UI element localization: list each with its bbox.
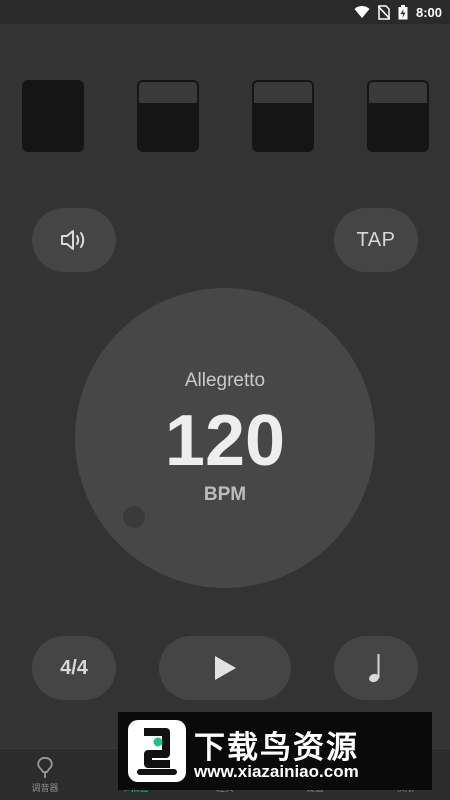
watermark-logo [128, 720, 186, 782]
tempo-dial[interactable]: Allegretto 120 BPM [75, 288, 375, 588]
watermark-url: www.xiazainiao.com [194, 762, 359, 781]
dial-knob[interactable] [123, 506, 145, 528]
beat-indicator-2[interactable] [137, 80, 199, 152]
play-button[interactable] [159, 636, 291, 700]
wifi-icon [354, 6, 370, 19]
time-signature-button[interactable]: 4/4 [32, 636, 116, 700]
tuner-icon [37, 757, 53, 778]
bpm-value: 120 [164, 401, 286, 481]
watermark-banner: 下载鸟资源 www.xiazainiao.com [118, 712, 432, 790]
quarter-note-icon [369, 654, 380, 683]
beat-indicator-3[interactable] [252, 80, 314, 152]
beat-level-top [139, 82, 197, 103]
tempo-marking: Allegretto [184, 370, 266, 391]
clock: 8:00 [415, 4, 442, 20]
status-bar: 8:00 [0, 0, 450, 24]
beat-indicator-4[interactable] [367, 80, 429, 152]
speaker-icon [61, 230, 85, 250]
beat-level-top [369, 82, 427, 103]
tap-tempo-button[interactable]: TAP [334, 208, 418, 272]
beat-level-top [254, 82, 312, 103]
battery-charging-icon [398, 4, 408, 19]
tab-label: 调音器 [31, 783, 59, 793]
beat-indicator-1[interactable] [22, 80, 84, 152]
bird-logo-icon [137, 728, 177, 775]
play-icon [215, 656, 236, 680]
watermark-title: 下载鸟资源 [194, 730, 359, 765]
beat-indicators [0, 80, 450, 152]
status-icons: 8:00 [354, 4, 442, 20]
tab-tuner[interactable]: 调音器 [0, 753, 90, 797]
sound-toggle-button[interactable] [32, 208, 116, 272]
bpm-unit: BPM [203, 484, 247, 505]
no-sim-icon [377, 4, 390, 20]
note-value-button[interactable] [334, 636, 418, 700]
